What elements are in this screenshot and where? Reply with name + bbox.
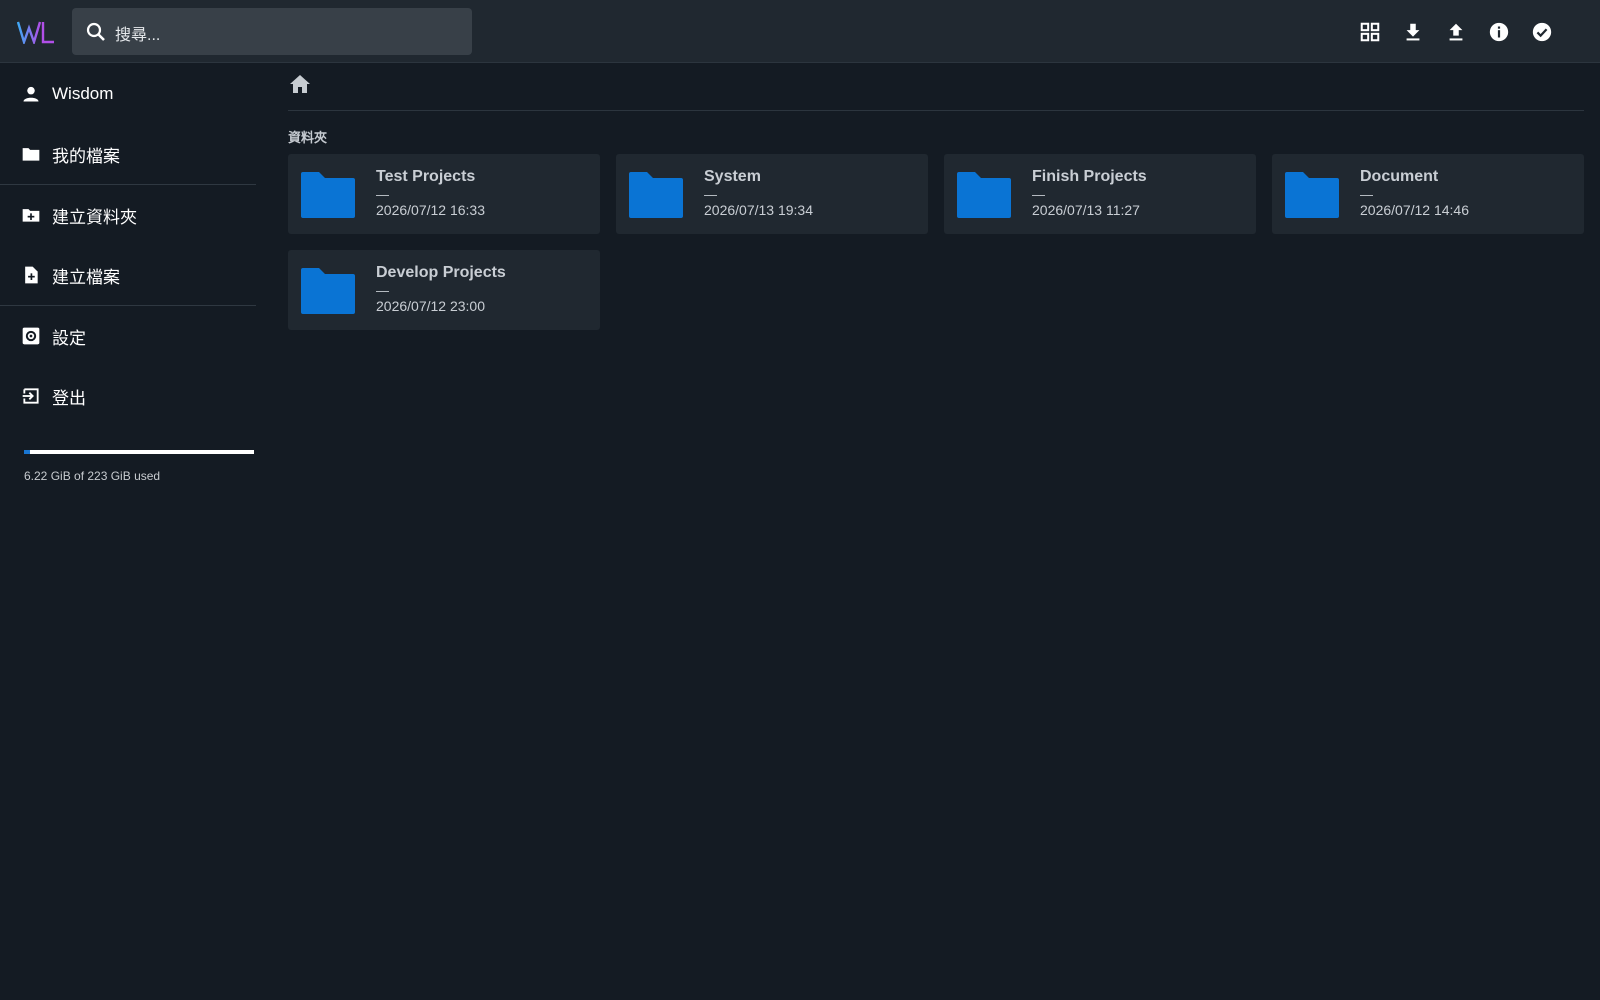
folder-name: Test Projects	[376, 168, 476, 185]
folder-name: Develop Projects	[376, 264, 506, 281]
sidebar: Wisdom 我的檔案 建立資料夾 建立檔案 設定 登出	[0, 64, 256, 426]
folder-icon	[20, 143, 42, 165]
download-button[interactable]	[1400, 19, 1426, 45]
sidebar-item-label: 設定	[52, 328, 86, 348]
sidebar-item-label: 登出	[52, 388, 86, 408]
create-folder-icon	[20, 204, 42, 226]
folder-size: —	[704, 187, 717, 202]
search-box[interactable]: 搜尋...	[72, 8, 472, 55]
upload-button[interactable]	[1443, 19, 1469, 45]
folder-name: Document	[1360, 168, 1439, 185]
check-circle-icon	[1532, 22, 1552, 42]
folder-grid: Test Projects — 2026/07/12 16:33 System …	[288, 154, 1584, 330]
person-icon	[20, 83, 42, 105]
folder-name: Finish Projects	[1032, 168, 1147, 185]
folder-icon	[629, 172, 683, 218]
sidebar-item-label: 我的檔案	[52, 146, 120, 166]
home-icon[interactable]	[288, 72, 312, 96]
storage-progress-bar	[24, 450, 254, 454]
logout-icon	[20, 385, 42, 407]
sidebar-item-my-files[interactable]: 我的檔案	[0, 124, 256, 184]
logo-icon[interactable]	[17, 20, 55, 44]
info-icon	[1489, 22, 1509, 42]
sidebar-item-label: 建立檔案	[52, 267, 120, 287]
folder-item[interactable]: Finish Projects — 2026/07/13 11:27	[944, 154, 1256, 234]
breadcrumb	[288, 64, 1584, 111]
folder-item[interactable]: Develop Projects — 2026/07/12 23:00	[288, 250, 600, 330]
search-input[interactable]: 搜尋...	[115, 21, 160, 45]
folder-icon	[957, 172, 1011, 218]
grid-view-icon	[1360, 22, 1380, 42]
folder-size: —	[1032, 187, 1045, 202]
folder-icon	[1285, 172, 1339, 218]
sidebar-item-settings[interactable]: 設定	[0, 306, 256, 366]
folder-date: 2026/07/12 14:46	[1360, 202, 1469, 218]
main-content: 資料夾 Test Projects — 2026/07/12 16:33 Sys…	[288, 64, 1584, 330]
storage-usage: 6.22 GiB of 223 GiB used	[24, 450, 254, 483]
folder-size: —	[376, 187, 389, 202]
folder-icon	[301, 268, 355, 314]
folder-date: 2026/07/13 11:27	[1032, 202, 1140, 218]
top-bar: 搜尋...	[0, 0, 1600, 63]
folder-date: 2026/07/12 16:33	[376, 202, 485, 218]
sidebar-item-create-file[interactable]: 建立檔案	[0, 245, 256, 305]
sidebar-item-create-folder[interactable]: 建立資料夾	[0, 185, 256, 245]
sidebar-item-user[interactable]: Wisdom	[0, 64, 256, 124]
folder-icon	[301, 172, 355, 218]
sidebar-item-label: 建立資料夾	[52, 207, 137, 227]
search-icon	[86, 22, 105, 41]
folder-item[interactable]: System — 2026/07/13 19:34	[616, 154, 928, 234]
select-button[interactable]	[1529, 19, 1555, 45]
folder-date: 2026/07/13 19:34	[704, 202, 813, 218]
section-title: 資料夾	[288, 130, 328, 145]
sidebar-item-logout[interactable]: 登出	[0, 366, 256, 426]
folder-size: —	[376, 283, 389, 298]
info-button[interactable]	[1486, 19, 1512, 45]
grid-view-button[interactable]	[1357, 19, 1383, 45]
folder-date: 2026/07/12 23:00	[376, 298, 485, 314]
folder-size: —	[1360, 187, 1373, 202]
upload-icon	[1449, 23, 1463, 41]
create-file-icon	[20, 264, 42, 286]
folder-item[interactable]: Test Projects — 2026/07/12 16:33	[288, 154, 600, 234]
folder-name: System	[704, 168, 761, 185]
sidebar-item-label: Wisdom	[52, 84, 114, 103]
storage-progress-fill	[24, 450, 31, 454]
storage-usage-text: 6.22 GiB of 223 GiB used	[24, 469, 161, 483]
folder-item[interactable]: Document — 2026/07/12 14:46	[1272, 154, 1584, 234]
settings-icon	[20, 325, 42, 347]
download-icon	[1406, 23, 1420, 41]
